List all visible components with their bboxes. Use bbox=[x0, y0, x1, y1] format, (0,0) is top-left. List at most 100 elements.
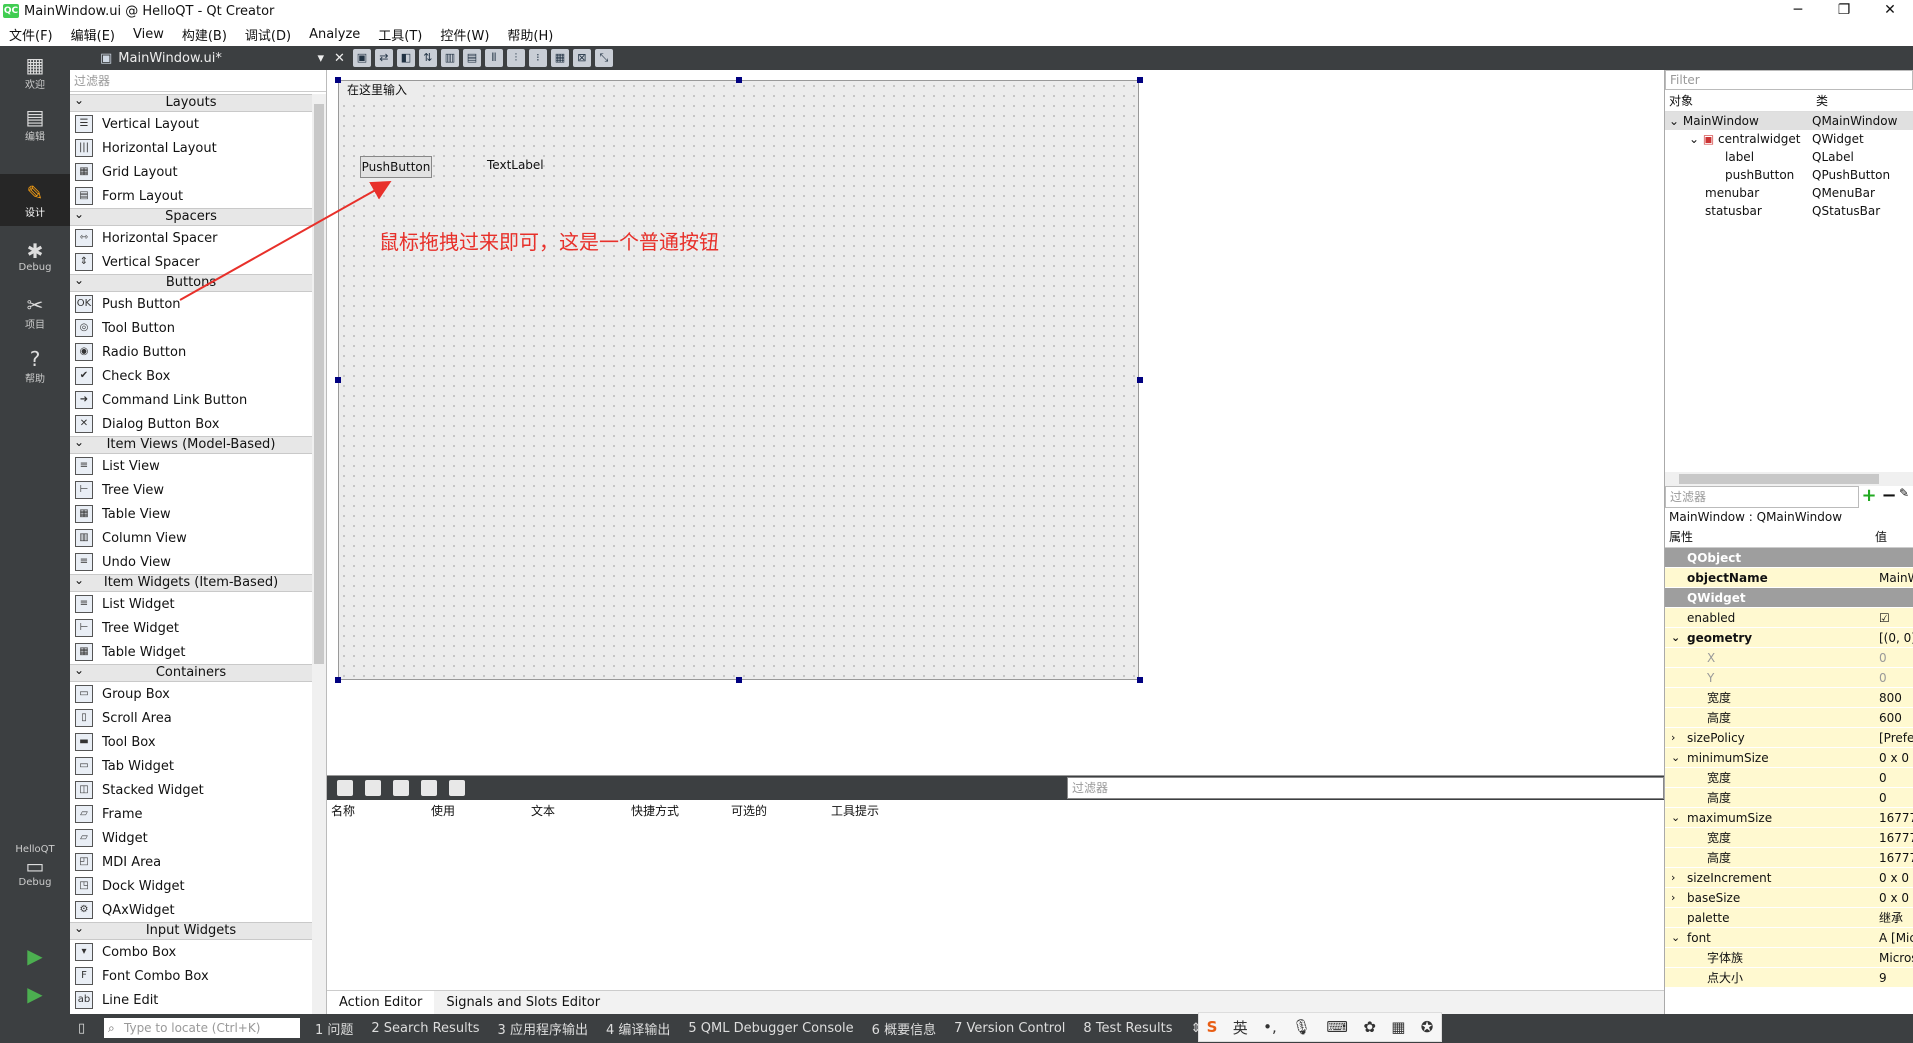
property-row[interactable]: X0 bbox=[1665, 648, 1913, 668]
form-menu-placeholder[interactable]: 在这里输入 bbox=[339, 81, 417, 99]
object-inspector-hscrollbar[interactable] bbox=[1665, 472, 1913, 486]
column-text[interactable]: 文本 bbox=[531, 800, 631, 822]
resize-handle[interactable] bbox=[335, 77, 341, 83]
resize-handle[interactable] bbox=[736, 77, 742, 83]
edit-tab-order-icon[interactable]: ⇅ bbox=[418, 49, 437, 67]
expand-arrow-icon[interactable]: ⌄ bbox=[1671, 748, 1680, 768]
widget-item[interactable]: ▥ Column View bbox=[70, 526, 312, 550]
layout-grid-icon[interactable]: ▦ bbox=[550, 49, 569, 67]
resize-handle[interactable] bbox=[335, 677, 341, 683]
new-action-icon[interactable] bbox=[337, 780, 353, 796]
debug-run-button[interactable]: ▶ bbox=[0, 976, 70, 1012]
expand-arrow-icon[interactable]: ⌄ bbox=[1671, 928, 1680, 948]
property-value[interactable]: 0 x 0 bbox=[1875, 748, 1913, 767]
expand-arrow-icon[interactable]: ⌄ bbox=[1671, 628, 1680, 648]
column-value[interactable]: 值 bbox=[1875, 526, 1887, 547]
menu-debug[interactable]: 调试(D) bbox=[236, 25, 300, 44]
widget-item[interactable]: ||| Horizontal Layout bbox=[70, 136, 312, 160]
menu-view[interactable]: View bbox=[124, 27, 173, 42]
mode-edit[interactable]: ▤ 编辑 bbox=[0, 98, 70, 150]
action-filter-input[interactable]: 过滤器 bbox=[1067, 777, 1664, 799]
layout-v-splitter-icon[interactable]: ⫶ bbox=[506, 49, 525, 67]
property-filter-input[interactable]: 过滤器 bbox=[1665, 486, 1859, 508]
property-row[interactable]: › baseSize 0 x 0 bbox=[1665, 888, 1913, 908]
resize-handle[interactable] bbox=[1137, 77, 1143, 83]
maximize-button[interactable]: ❐ bbox=[1821, 0, 1867, 22]
property-value[interactable]: 0 x 0 bbox=[1875, 868, 1913, 887]
remove-dynamic-property-icon[interactable]: − bbox=[1879, 486, 1899, 508]
close-document-icon[interactable]: ✕ bbox=[334, 51, 345, 66]
object-row-mainwindow[interactable]: ⌄ MainWindow QMainWindow bbox=[1665, 112, 1913, 130]
form-editor-canvas[interactable]: 在这里输入 PushButton TextLabel 鼠标拖拽过来即可，这是一个… bbox=[327, 70, 1664, 776]
configure-action-icon[interactable] bbox=[449, 780, 465, 796]
property-value[interactable]: 0 bbox=[1875, 668, 1913, 687]
column-used[interactable]: 使用 bbox=[431, 800, 531, 822]
property-row[interactable]: 高度 600 bbox=[1665, 708, 1913, 728]
expand-arrow-icon[interactable]: › bbox=[1671, 728, 1675, 748]
tab-general-messages[interactable]: 6 概要信息 bbox=[872, 1019, 936, 1038]
property-value[interactable]: [Preferred, Preferred, 0, 0] bbox=[1875, 728, 1913, 747]
column-shortcut[interactable]: 快捷方式 bbox=[631, 800, 731, 822]
property-row[interactable]: 高度 16777215 bbox=[1665, 848, 1913, 868]
property-row[interactable]: › sizeIncrement 0 x 0 bbox=[1665, 868, 1913, 888]
object-row-pushbutton[interactable]: pushButton QPushButton bbox=[1665, 166, 1913, 184]
edit-signals-slots-icon[interactable]: ⇄ bbox=[374, 49, 393, 67]
property-row[interactable]: ⌄ font A [Microsoft YaHei UI, 9] bbox=[1665, 928, 1913, 948]
microphone-icon[interactable]: 🎙 bbox=[1292, 1018, 1311, 1036]
widget-item[interactable]: ✔ Check Box bbox=[70, 364, 312, 388]
widget-category-header[interactable]: Spacers bbox=[70, 206, 312, 226]
main-window-form[interactable]: 在这里输入 PushButton TextLabel 鼠标拖拽过来即可，这是一个… bbox=[338, 80, 1139, 680]
property-value[interactable]: ☑ bbox=[1875, 608, 1913, 627]
run-button[interactable]: ▶ bbox=[0, 936, 70, 976]
widget-item[interactable]: ▭ Tab Widget bbox=[70, 754, 312, 778]
widget-item[interactable]: OK Push Button bbox=[70, 292, 312, 316]
property-row[interactable]: ⌄ geometry [(0, 0), 800 x 600] bbox=[1665, 628, 1913, 648]
widget-item[interactable]: ▬ Tool Box bbox=[70, 730, 312, 754]
mode-help[interactable]: ? 帮助 bbox=[0, 340, 70, 392]
widget-item[interactable]: ⇿ Horizontal Spacer bbox=[70, 226, 312, 250]
property-row[interactable]: 点大小 9 bbox=[1665, 968, 1913, 988]
ime-language-toggle[interactable]: 英 bbox=[1233, 1017, 1248, 1038]
menu-analyze[interactable]: Analyze bbox=[300, 27, 369, 42]
tab-issues[interactable]: 1 问题 bbox=[315, 1019, 353, 1038]
widget-item[interactable]: ▦ Grid Layout bbox=[70, 160, 312, 184]
widget-item[interactable]: ▤ Form Layout bbox=[70, 184, 312, 208]
minimize-button[interactable]: ─ bbox=[1775, 0, 1821, 22]
punctuation-icon[interactable]: •, bbox=[1263, 1018, 1277, 1036]
mode-welcome[interactable]: ▦ 欢迎 bbox=[0, 46, 70, 98]
widget-category-header[interactable]: Containers bbox=[70, 662, 312, 682]
property-value[interactable]: 16777215 bbox=[1875, 828, 1913, 847]
skin-icon[interactable]: ✿ bbox=[1363, 1018, 1376, 1036]
widget-item[interactable]: F Font Combo Box bbox=[70, 964, 312, 988]
layout-form-icon[interactable]: ⁝ bbox=[528, 49, 547, 67]
property-value[interactable]: 16777215 x 16777215 bbox=[1875, 808, 1913, 827]
tab-test-results[interactable]: 8 Test Results bbox=[1083, 1021, 1172, 1036]
property-value[interactable]: 16777215 bbox=[1875, 848, 1913, 867]
mode-debug[interactable]: ✱ Debug bbox=[0, 230, 70, 282]
open-document-selector[interactable]: ▣ MainWindow.ui* ▾ bbox=[70, 51, 330, 66]
widget-item[interactable]: ⊢ Tree Widget bbox=[70, 616, 312, 640]
property-row[interactable]: 宽度 0 bbox=[1665, 768, 1913, 788]
toolbox-icon[interactable]: ▦ bbox=[1391, 1018, 1405, 1036]
property-value[interactable]: 继承 bbox=[1875, 908, 1913, 927]
resize-handle[interactable] bbox=[1137, 377, 1143, 383]
sogou-logo-icon[interactable]: S bbox=[1207, 1018, 1218, 1036]
property-value[interactable]: MainWindow bbox=[1875, 568, 1913, 587]
menu-edit[interactable]: 编辑(E) bbox=[62, 25, 124, 44]
form-push-button[interactable]: PushButton bbox=[360, 156, 432, 178]
property-row[interactable]: palette 继承 bbox=[1665, 908, 1913, 928]
tab-compile-output[interactable]: 4 编译输出 bbox=[606, 1019, 670, 1038]
widget-item[interactable]: ▦ Table View bbox=[70, 502, 312, 526]
resize-handle[interactable] bbox=[1137, 677, 1143, 683]
form-text-label[interactable]: TextLabel bbox=[487, 158, 544, 172]
widget-category-header[interactable]: Item Widgets (Item-Based) bbox=[70, 572, 312, 592]
widget-category-header[interactable]: Buttons bbox=[70, 272, 312, 292]
widget-item[interactable]: ≡ Undo View bbox=[70, 550, 312, 574]
property-value[interactable]: 0 x 0 bbox=[1875, 888, 1913, 907]
settings-icon[interactable]: ✪ bbox=[1421, 1018, 1434, 1036]
property-value[interactable]: 800 bbox=[1875, 688, 1913, 707]
widget-item[interactable]: ▱ Widget bbox=[70, 826, 312, 850]
collapse-arrow-icon[interactable]: ⌄ bbox=[1689, 132, 1703, 146]
widget-item[interactable]: ⊢ Tree View bbox=[70, 478, 312, 502]
column-object[interactable]: 对象 bbox=[1669, 90, 1816, 111]
